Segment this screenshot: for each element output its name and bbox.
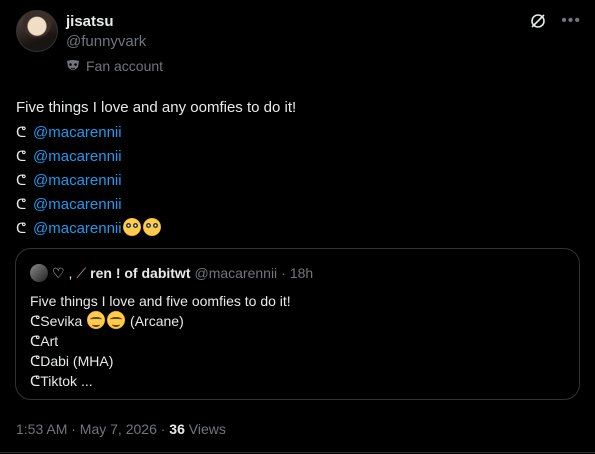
quoted-author-name: ren ! of dabitwt — [90, 265, 191, 281]
hook-bullet-icon: ᕦ — [16, 148, 27, 164]
tweet-meta: 1:53 AM · May 7, 2026 · 36 Views — [16, 421, 226, 437]
flushed-face-emoji — [142, 218, 161, 236]
divider — [0, 452, 595, 453]
mention-link[interactable]: @macarennii — [33, 220, 122, 237]
more-icon[interactable]: ••• — [561, 12, 581, 30]
quoted-tweet-text: Five things I love and five oomfies to d… — [30, 291, 291, 391]
mention-link[interactable]: @macarennii — [33, 124, 122, 141]
timestamp[interactable]: 1:53 AM · May 7, 2026 · — [16, 421, 165, 437]
hook-bullet-icon: ᕦ — [30, 353, 41, 369]
mention-line: ᕦ @macarennii — [16, 144, 296, 168]
tweet-intro: Five things I love and any oomfies to do… — [16, 99, 297, 116]
separator-dot: · — [281, 265, 286, 281]
mention-line: ᕦ @macarennii — [16, 216, 296, 240]
mention-link[interactable]: @macarennii — [33, 172, 122, 189]
wand-icon: ⟋ — [76, 264, 87, 281]
quoted-tweet-header: ♡ , ⟋ ren ! of dabitwt @macarennii · 18h — [30, 264, 313, 282]
hook-bullet-icon: ᕦ — [30, 333, 41, 349]
author-handle[interactable]: @funnyvark — [66, 33, 146, 50]
hook-bullet-icon: ᕦ — [30, 373, 41, 389]
mention-link[interactable]: @macarennii — [33, 148, 122, 165]
quoted-author-handle: @macarennii — [194, 265, 278, 281]
quoted-time: 18h — [289, 265, 314, 281]
hook-bullet-icon: ᕦ — [16, 172, 27, 188]
tweet-text: Five things I love and any oomfies to do… — [16, 96, 296, 240]
mention-link[interactable]: @macarennii — [33, 196, 122, 213]
mask-icon — [67, 60, 79, 70]
views-label: Views — [188, 421, 226, 437]
fan-account-badge: Fan account — [66, 58, 163, 74]
mention-line: ᕦ @macarennii — [16, 120, 296, 144]
author-name[interactable]: jisatsu — [66, 13, 114, 30]
hook-bullet-icon: ᕦ — [16, 220, 27, 236]
quoted-list-item: ᕦSevika (Arcane) — [30, 311, 184, 329]
quoted-tweet[interactable]: ♡ , ⟋ ren ! of dabitwt @macarennii · 18h… — [15, 248, 580, 400]
quoted-list-item: ᕦDabi (MHA) — [30, 353, 114, 369]
author-avatar[interactable] — [16, 10, 58, 52]
hook-bullet-icon: ᕦ — [30, 313, 41, 329]
quoted-list-item: ᕦArt — [30, 333, 59, 349]
flushed-face-emoji — [122, 218, 141, 236]
quoted-author-avatar — [30, 264, 48, 282]
fan-account-label: Fan account — [86, 58, 164, 74]
mention-line: ᕦ @macarennii — [16, 192, 296, 216]
relieved-face-emoji — [87, 311, 106, 329]
mention-line: ᕦ @macarennii — [16, 168, 296, 192]
quoted-intro: Five things I love and five oomfies to d… — [30, 293, 291, 309]
quoted-name-prefix: ♡ , — [52, 264, 73, 281]
relieved-face-emoji — [107, 311, 126, 329]
views-count: 36 — [169, 421, 185, 437]
grok-icon[interactable] — [529, 12, 547, 30]
hook-bullet-icon: ᕦ — [16, 124, 27, 140]
hook-bullet-icon: ᕦ — [16, 196, 27, 212]
quoted-list-item: ᕦTiktok ... — [30, 373, 93, 389]
